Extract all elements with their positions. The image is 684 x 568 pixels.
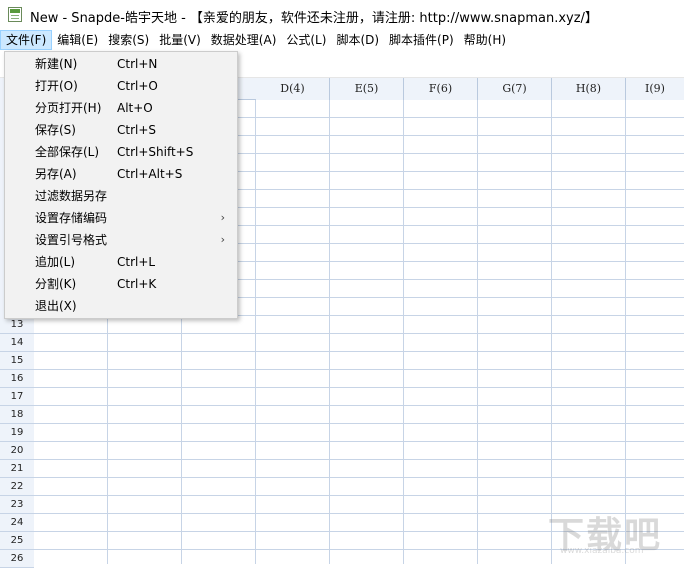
row-header[interactable]: 23 — [0, 496, 34, 514]
menu-batch[interactable]: 批量(V) — [154, 30, 206, 50]
watermark: 下载吧 www.xiazaiba.com — [548, 506, 680, 558]
row-header[interactable]: 16 — [0, 370, 34, 388]
row-header[interactable]: 19 — [0, 424, 34, 442]
menu-data-processing[interactable]: 数据处理(A) — [206, 30, 282, 50]
file-menu-dropdown: 新建(N) Ctrl+N 打开(O) Ctrl+O 分页打开(H) Alt+O … — [4, 51, 238, 319]
menu-item-label: 保存(S) — [35, 123, 76, 137]
menu-item-shortcut: Ctrl+L — [117, 255, 156, 269]
row-header[interactable]: 22 — [0, 478, 34, 496]
menu-item-label: 打开(O) — [35, 79, 78, 93]
menu-script-plugins[interactable]: 脚本插件(P) — [384, 30, 459, 50]
menu-item-shortcut: Ctrl+N — [117, 57, 158, 71]
row-header[interactable]: 15 — [0, 352, 34, 370]
menu-item-label: 新建(N) — [35, 57, 78, 71]
submenu-arrow-icon: › — [220, 233, 225, 246]
menu-item-storage-encoding[interactable]: 设置存储编码 › — [5, 207, 237, 229]
row-header[interactable]: 14 — [0, 334, 34, 352]
menu-item-shortcut: Alt+O — [117, 101, 153, 115]
menu-item-open-in-tab[interactable]: 分页打开(H) Alt+O — [5, 97, 237, 119]
menu-item-save-filtered[interactable]: 过滤数据另存 — [5, 185, 237, 207]
menu-item-exit[interactable]: 退出(X) — [5, 295, 237, 317]
column-header-e[interactable]: E(5) — [330, 78, 404, 100]
menu-item-label: 退出(X) — [35, 299, 77, 313]
menu-item-shortcut: Ctrl+K — [117, 277, 157, 291]
row-header[interactable]: 21 — [0, 460, 34, 478]
menu-script[interactable]: 脚本(D) — [331, 30, 384, 50]
menu-item-save[interactable]: 保存(S) Ctrl+S — [5, 119, 237, 141]
menu-item-label: 另存(A) — [35, 167, 77, 181]
row-header[interactable]: 20 — [0, 442, 34, 460]
column-header-f[interactable]: F(6) — [404, 78, 478, 100]
submenu-arrow-icon: › — [220, 211, 225, 224]
column-header-g[interactable]: G(7) — [478, 78, 552, 100]
spreadsheet-app-icon — [8, 7, 22, 22]
menu-item-label: 设置存储编码 — [35, 211, 108, 225]
menu-item-label: 追加(L) — [35, 255, 76, 269]
column-header-h[interactable]: H(8) — [552, 78, 626, 100]
menu-item-shortcut: Ctrl+Shift+S — [117, 145, 194, 159]
menu-item-shortcut: Ctrl+S — [117, 123, 157, 137]
watermark-url: www.xiazaiba.com — [560, 546, 644, 556]
menu-item-label: 分页打开(H) — [35, 101, 102, 115]
menu-item-label: 设置引号格式 — [35, 233, 108, 247]
row-header[interactable]: 24 — [0, 514, 34, 532]
menu-help[interactable]: 帮助(H) — [459, 30, 511, 50]
menu-bar: 文件(F) 编辑(E) 搜索(S) 批量(V) 数据处理(A) 公式(L) 脚本… — [0, 30, 684, 50]
menu-item-split[interactable]: 分割(K) Ctrl+K — [5, 273, 237, 295]
menu-item-label: 过滤数据另存 — [35, 189, 108, 203]
menu-search[interactable]: 搜索(S) — [103, 30, 154, 50]
row-header[interactable]: 17 — [0, 388, 34, 406]
column-header-i[interactable]: I(9) — [626, 78, 684, 100]
menu-item-quote-format[interactable]: 设置引号格式 › — [5, 229, 237, 251]
menu-edit[interactable]: 编辑(E) — [52, 30, 103, 50]
menu-item-label: 分割(K) — [35, 277, 77, 291]
title-bar: New - Snapde-皓宇天地 - 【亲爱的朋友，软件还未注册，请注册: h… — [0, 0, 684, 30]
row-header[interactable]: 26 — [0, 550, 34, 568]
column-header-d[interactable]: D(4) — [256, 78, 330, 100]
menu-item-new[interactable]: 新建(N) Ctrl+N — [5, 53, 237, 75]
menu-item-save-as[interactable]: 另存(A) Ctrl+Alt+S — [5, 163, 237, 185]
menu-formula[interactable]: 公式(L) — [281, 30, 331, 50]
window-title: New - Snapde-皓宇天地 - 【亲爱的朋友，软件还未注册，请注册: h… — [30, 11, 598, 26]
menu-item-open[interactable]: 打开(O) Ctrl+O — [5, 75, 237, 97]
menu-item-shortcut: Ctrl+Alt+S — [117, 167, 183, 181]
menu-item-append[interactable]: 追加(L) Ctrl+L — [5, 251, 237, 273]
menu-item-label: 全部保存(L) — [35, 145, 100, 159]
menu-item-save-all[interactable]: 全部保存(L) Ctrl+Shift+S — [5, 141, 237, 163]
row-header[interactable]: 25 — [0, 532, 34, 550]
row-header[interactable]: 18 — [0, 406, 34, 424]
menu-file[interactable]: 文件(F) — [0, 30, 53, 50]
menu-item-shortcut: Ctrl+O — [117, 79, 158, 93]
